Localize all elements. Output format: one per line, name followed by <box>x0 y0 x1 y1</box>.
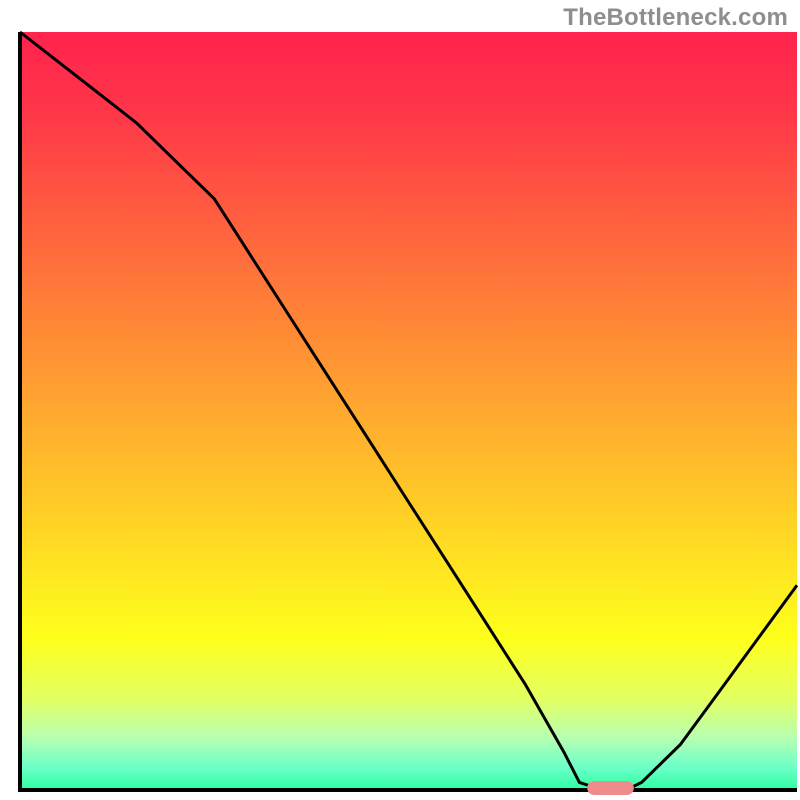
watermark-text: TheBottleneck.com <box>563 4 788 32</box>
chart-svg <box>0 0 800 800</box>
chart-background-gradient <box>20 32 797 790</box>
optimal-range-marker <box>587 781 634 795</box>
chart-canvas: TheBottleneck.com <box>0 0 800 800</box>
